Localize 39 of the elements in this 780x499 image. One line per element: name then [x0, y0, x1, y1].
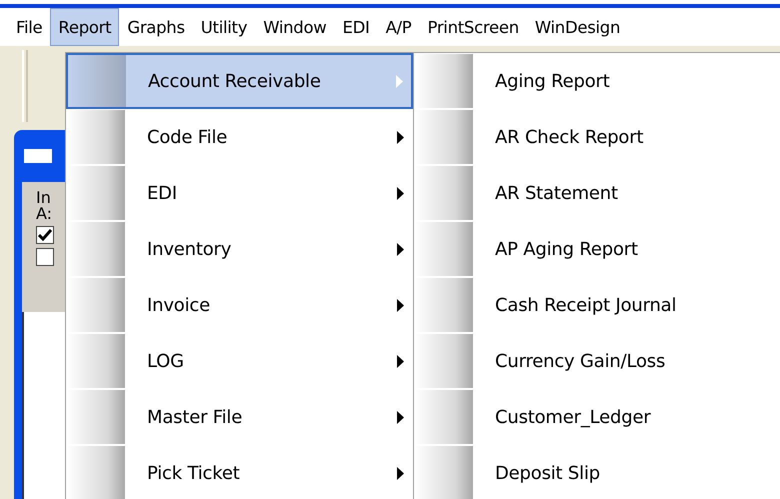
submenu-arrow-icon — [397, 410, 404, 424]
menu-item[interactable]: Code File — [66, 109, 413, 165]
menu-bar-item[interactable]: File — [8, 8, 50, 46]
toolbar-grip[interactable] — [22, 50, 28, 122]
menu-bar-item[interactable]: WinDesign — [526, 8, 628, 46]
submenu-arrow-icon — [396, 74, 403, 88]
menu-bar-item[interactable]: Report — [50, 8, 120, 46]
submenu-arrow-icon — [397, 242, 404, 256]
menu-item[interactable]: Customer_Ledger — [414, 389, 780, 445]
menu-bar-item[interactable]: A/P — [378, 8, 420, 46]
window-label: A: — [36, 206, 54, 222]
menu-bar-item[interactable]: Graphs — [119, 8, 193, 46]
menu-item[interactable]: AP Aging Report — [414, 221, 780, 277]
menu-item[interactable]: Deposit Slip — [414, 445, 780, 499]
menu-item[interactable]: EDI — [66, 165, 413, 221]
menu-item[interactable]: Inventory — [66, 221, 413, 277]
menu-item[interactable]: AR Check Report — [414, 109, 780, 165]
window-label: In — [36, 190, 52, 206]
submenu-arrow-icon — [397, 298, 404, 312]
submenu-arrow-icon — [397, 186, 404, 200]
menu-item[interactable]: Master File — [66, 389, 413, 445]
menu-item[interactable]: AR Statement — [414, 165, 780, 221]
menu-bar-item[interactable]: Utility — [192, 8, 256, 46]
menu-item[interactable]: Account Receivable — [66, 53, 413, 109]
menu-item[interactable]: Invoice — [66, 277, 413, 333]
submenu-arrow-icon — [397, 354, 404, 368]
menu-item[interactable]: Currency Gain/Loss — [414, 333, 780, 389]
menu-item[interactable]: LOG — [66, 333, 413, 389]
menu-bar-item[interactable]: EDI — [334, 8, 378, 46]
checkbox[interactable] — [36, 226, 54, 244]
menu-bar-item[interactable]: Window — [255, 8, 334, 46]
window-icon — [24, 149, 52, 163]
menu-item[interactable]: Pick Ticket — [66, 445, 413, 499]
menu-item[interactable]: Aging Report — [414, 53, 780, 109]
menu-item[interactable]: Cash Receipt Journal — [414, 277, 780, 333]
submenu-arrow-icon — [397, 130, 404, 144]
checkbox[interactable] — [36, 248, 54, 266]
submenu-arrow-icon — [397, 466, 404, 480]
menu-bar-item[interactable]: PrintScreen — [419, 8, 527, 46]
